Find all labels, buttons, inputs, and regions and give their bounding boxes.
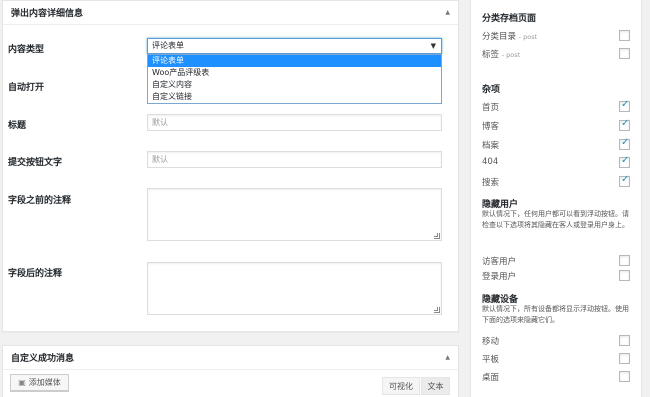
hide-users-description: 默认情况下，任何用户都可以看到浮动按钮。请检查以下选项将其隐藏在客人或登录用户身… — [482, 210, 629, 229]
chevron-down-icon: ▼ — [430, 42, 436, 50]
add-media-label: 添加媒体 — [28, 378, 61, 387]
archive-item-suffix: - post — [518, 33, 538, 41]
misc-heading: 杂项 — [482, 85, 501, 95]
success-message-title: 自定义成功消息 — [11, 354, 75, 364]
collapse-arrow-icon[interactable]: ▲ — [445, 9, 450, 16]
checkmark-icon: ✓ — [621, 174, 630, 185]
checkmark-icon: ✓ — [621, 118, 630, 129]
auto-open-label: 自动打开 — [8, 83, 45, 93]
misc-item-search: 搜索 — [482, 178, 500, 188]
checkbox-blog[interactable]: ✓ — [619, 118, 630, 131]
add-media-button[interactable]: ▣ 添加媒体 — [10, 374, 69, 391]
media-icon: ▣ — [18, 378, 26, 387]
submit-text-label: 提交按钮文字 — [8, 158, 63, 168]
checkbox-tag[interactable] — [619, 48, 630, 59]
user-item-logged-in: 登录用户 — [482, 272, 517, 282]
archive-item-category: 分类目录 - post — [482, 30, 537, 42]
resize-handle-icon[interactable] — [434, 307, 440, 313]
checkbox-guest[interactable] — [619, 255, 630, 266]
checkbox-logged-in[interactable] — [619, 270, 630, 281]
content-type-dropdown: 评论表单 Woo产品评级表 自定义内容 自定义链接 — [147, 54, 442, 104]
checkmark-icon: ✓ — [621, 137, 630, 148]
archive-item-label: 分类目录 — [482, 32, 517, 42]
collapse-arrow-icon[interactable]: ▲ — [445, 354, 450, 361]
archive-heading: 分类存档页面 — [482, 14, 537, 24]
resize-handle-icon[interactable] — [434, 233, 440, 239]
success-message-header[interactable]: 自定义成功消息 ▲ — [3, 346, 458, 370]
misc-item-home: 首页 — [482, 103, 500, 113]
tab-text[interactable]: 文本 — [421, 377, 450, 395]
after-note-textarea[interactable] — [147, 262, 442, 315]
checkbox-archive[interactable]: ✓ — [619, 137, 630, 150]
checkbox-desktop[interactable] — [619, 371, 630, 382]
popup-details-title: 弹出内容详细信息 — [11, 9, 84, 19]
dropdown-option[interactable]: Woo产品评级表 — [148, 67, 441, 79]
dropdown-option[interactable]: 自定义内容 — [148, 79, 441, 91]
content-type-label: 内容类型 — [8, 45, 45, 55]
archive-item-suffix: - post — [501, 51, 521, 59]
title-label: 标题 — [8, 121, 27, 131]
checkmark-icon: ✓ — [621, 99, 630, 110]
tab-visual[interactable]: 可视化 — [382, 377, 420, 395]
archive-item-label: 标签 — [482, 50, 500, 60]
archive-item-tag: 标签 - post — [482, 48, 520, 60]
after-note-label: 字段后的注释 — [8, 269, 63, 279]
popup-details-header[interactable]: 弹出内容详细信息 ▲ — [3, 1, 458, 25]
checkbox-tablet[interactable] — [619, 353, 630, 364]
submit-text-input[interactable]: 默认 — [147, 151, 442, 168]
device-item-desktop: 桌面 — [482, 373, 500, 383]
before-note-label: 字段之前的注释 — [8, 196, 72, 206]
before-note-textarea[interactable] — [147, 188, 442, 241]
checkmark-icon: ✓ — [621, 155, 630, 166]
checkbox-404[interactable]: ✓ — [619, 155, 630, 168]
dropdown-option[interactable]: 自定义链接 — [148, 91, 441, 103]
misc-item-blog: 博客 — [482, 122, 500, 132]
checkbox-mobile[interactable] — [619, 335, 630, 346]
device-item-mobile: 移动 — [482, 337, 500, 347]
title-input[interactable]: 默认 — [147, 114, 442, 131]
checkbox-category[interactable] — [619, 30, 630, 41]
content-type-select[interactable]: 评论表单 ▼ — [147, 38, 442, 54]
checkbox-search[interactable]: ✓ — [619, 174, 630, 187]
content-type-selected-value: 评论表单 — [152, 41, 184, 50]
dropdown-option[interactable]: 评论表单 — [148, 55, 441, 67]
device-item-tablet: 平板 — [482, 355, 500, 365]
hide-devices-description: 默认情况下，所有设备都将显示浮动按钮。使用下面的选项来隐藏它们。 — [482, 305, 629, 324]
user-item-guest: 访客用户 — [482, 257, 517, 267]
misc-item-404: 404 — [482, 157, 499, 167]
misc-item-archive: 档案 — [482, 141, 500, 151]
checkbox-home[interactable]: ✓ — [619, 99, 630, 112]
